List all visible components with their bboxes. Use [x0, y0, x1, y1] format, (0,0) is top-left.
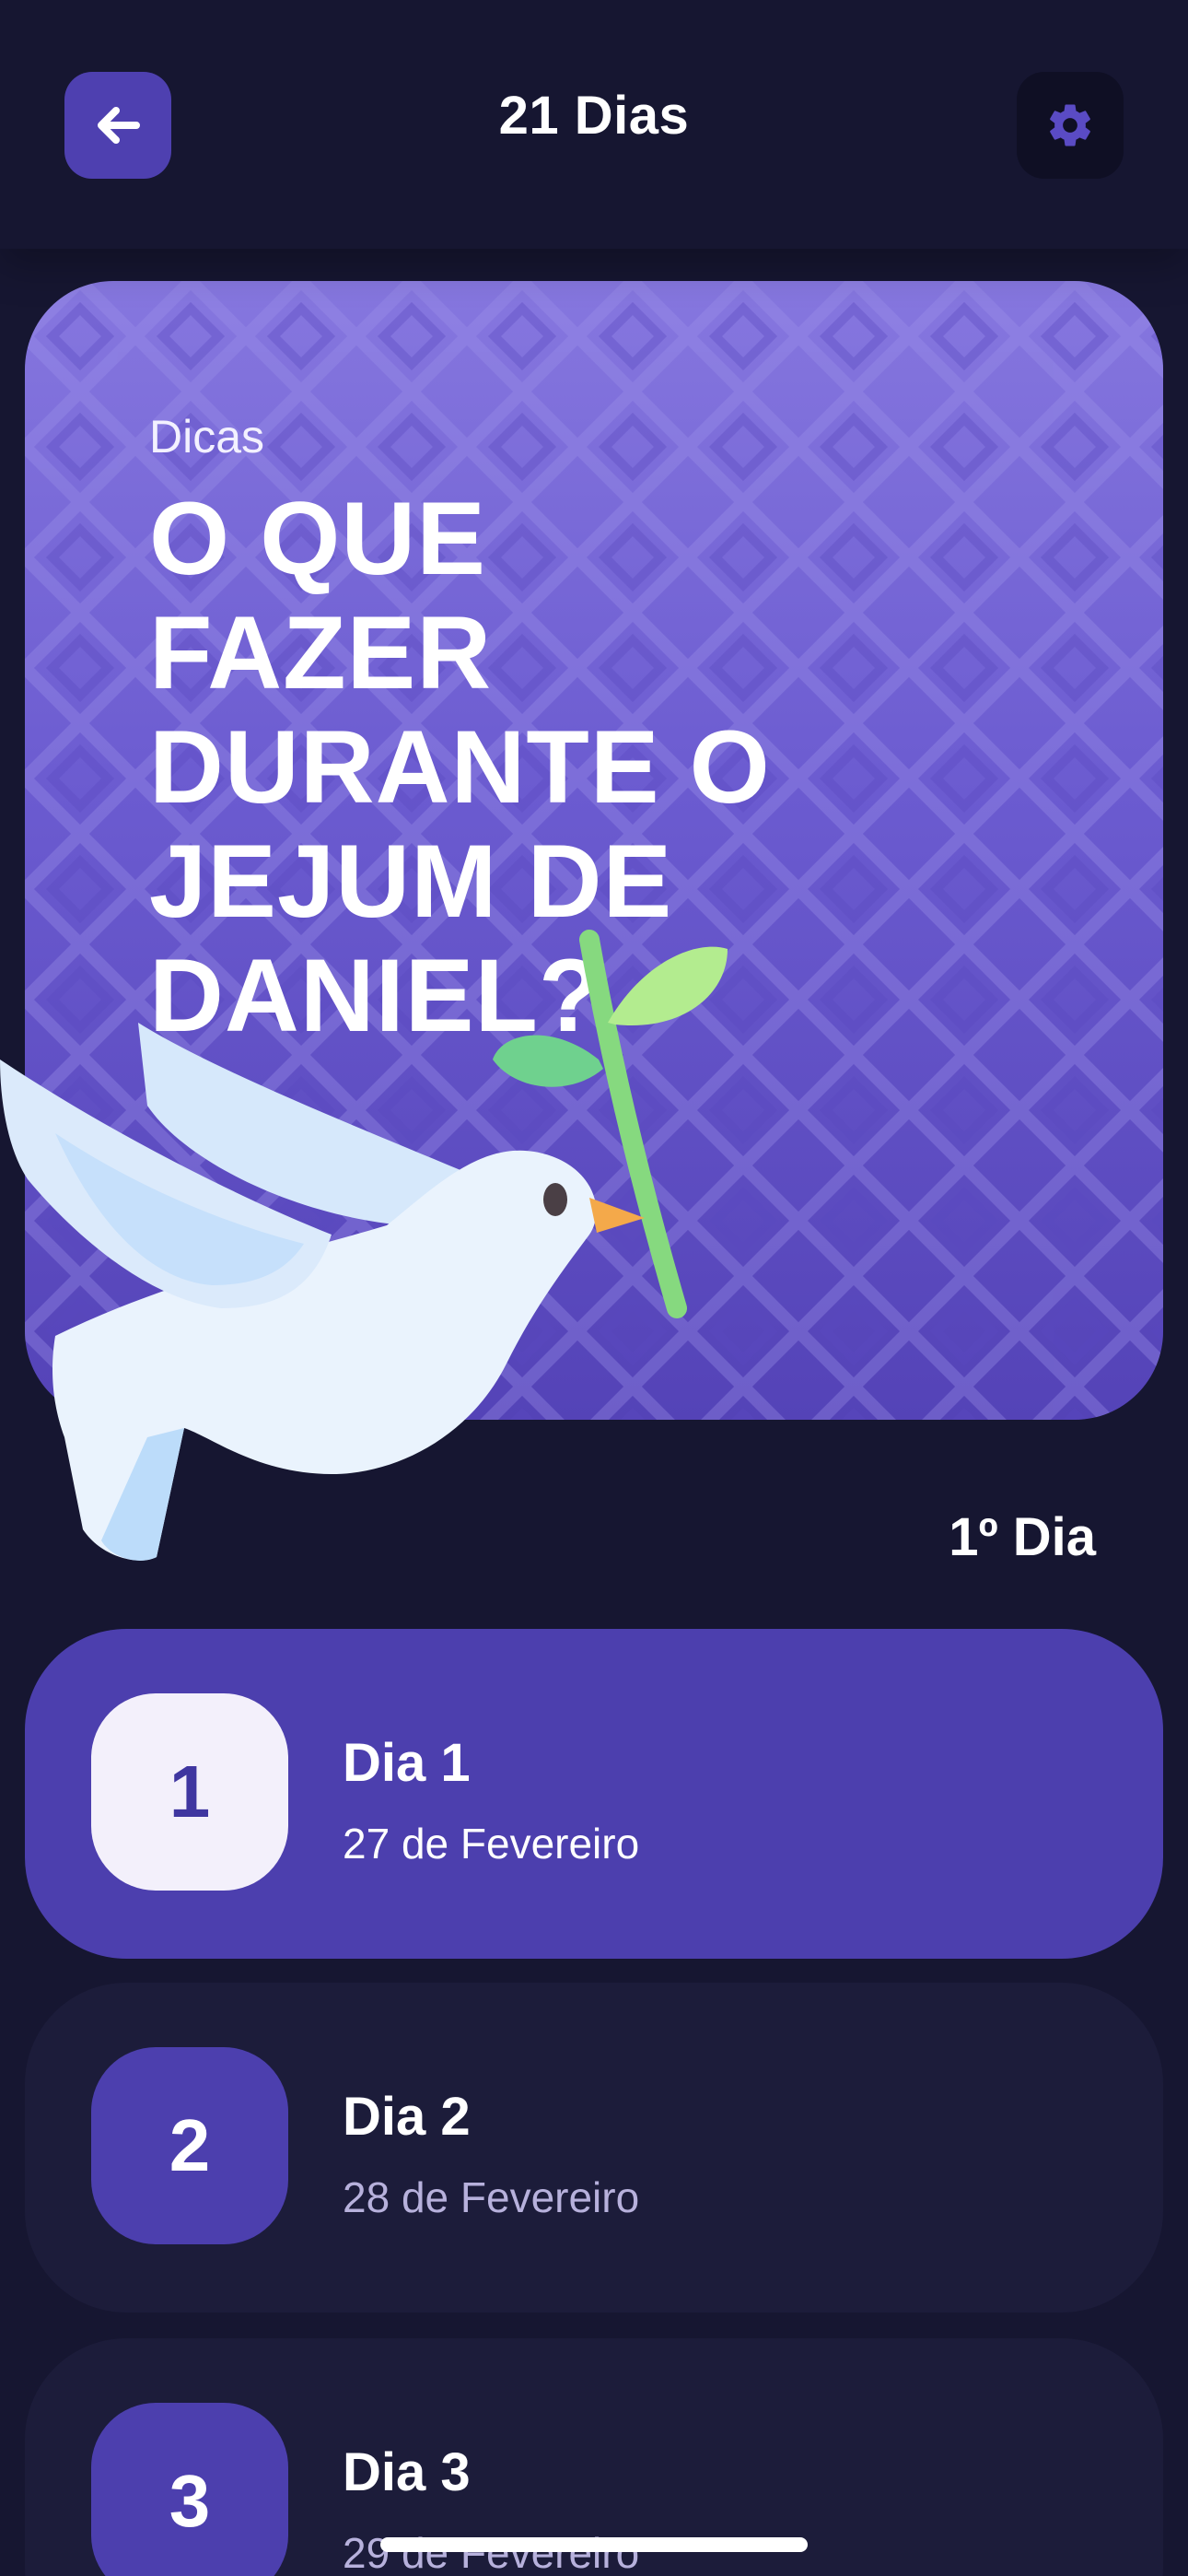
page-title: 21 Dias — [498, 86, 690, 146]
day-card-2[interactable]: 2 Dia 2 28 de Fevereiro — [25, 1983, 1163, 2313]
day-title: Dia 3 — [343, 2442, 471, 2502]
settings-button[interactable] — [1017, 72, 1124, 179]
dove-illustration — [0, 930, 728, 1561]
day-title: Dia 2 — [343, 2087, 471, 2147]
home-indicator[interactable] — [380, 2537, 808, 2552]
current-day-label: 1º Dia — [949, 1507, 1096, 1567]
day-date: 28 de Fevereiro — [343, 2173, 640, 2221]
day-number-badge: 2 — [91, 2047, 288, 2244]
screen: Dicas O QUE FAZER DURANTE O JEJUM DE DAN… — [0, 0, 1188, 2576]
hero-kicker: Dicas — [149, 411, 265, 463]
gear-icon — [1050, 104, 1090, 146]
day-date: 27 de Fevereiro — [343, 1820, 640, 1868]
day-date: 29 de Fevereiro — [343, 2529, 640, 2576]
day-number-badge: 1 — [91, 1693, 288, 1891]
day-title: Dia 1 — [343, 1733, 471, 1793]
top-bar: 21 Dias — [0, 0, 1188, 249]
day-number-badge: 3 — [91, 2403, 288, 2576]
day-card-1[interactable]: 1 Dia 1 27 de Fevereiro — [25, 1629, 1163, 1959]
